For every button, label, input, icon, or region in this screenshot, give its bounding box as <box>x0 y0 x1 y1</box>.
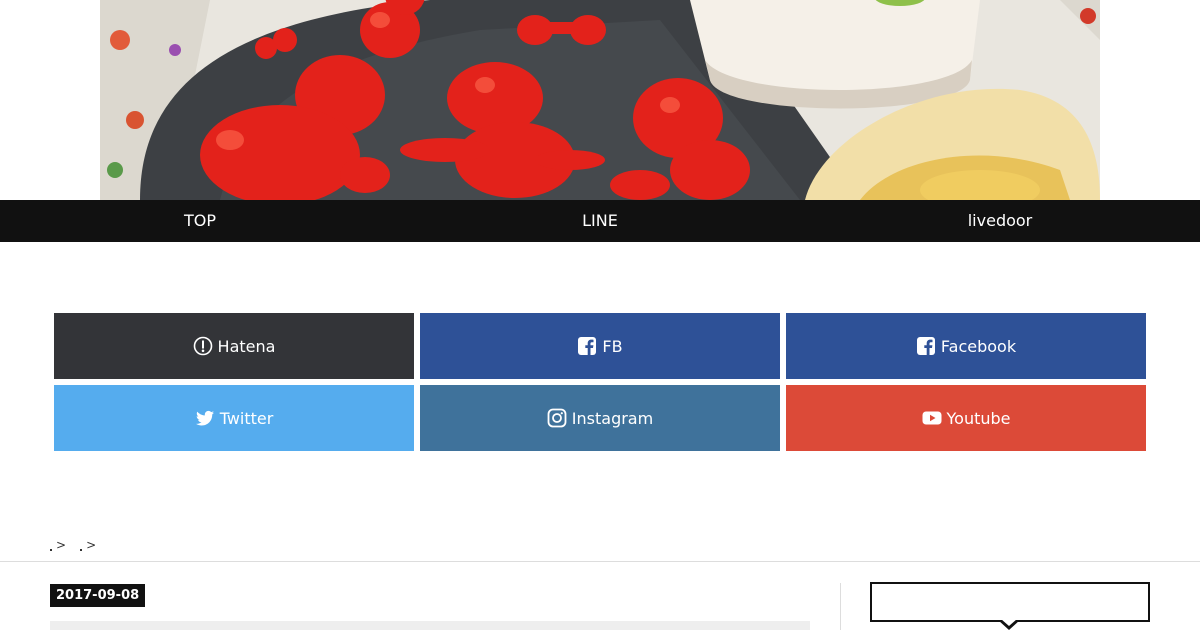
hatena-label: Hatena <box>217 336 276 356</box>
twitter-icon <box>195 408 215 428</box>
sidebar-heading-arrow-inner <box>1001 619 1017 626</box>
sidebar-divider <box>840 583 841 630</box>
breadcrumb-home-link[interactable] <box>50 549 52 551</box>
global-nav: TOP LINE livedoor <box>0 200 1200 242</box>
social-buttons: Hatena FB Facebook Twitter Instagram You… <box>54 313 1146 451</box>
article-title-bar <box>50 621 810 630</box>
instagram-button[interactable]: Instagram <box>420 385 780 451</box>
facebook-icon <box>916 336 936 356</box>
instagram-icon <box>547 408 567 428</box>
facebook-button[interactable]: Facebook <box>786 313 1146 379</box>
breadcrumb-category-link[interactable] <box>80 549 83 551</box>
nav-item-line[interactable]: LINE <box>400 200 800 242</box>
breadcrumb-separator: > <box>86 538 97 552</box>
hatena-button[interactable]: Hatena <box>54 313 414 379</box>
article-date-badge: 2017-09-08 <box>50 584 146 607</box>
youtube-icon <box>922 408 942 428</box>
content-divider <box>0 561 1200 562</box>
youtube-button[interactable]: Youtube <box>786 385 1146 451</box>
breadcrumb: > > <box>50 538 96 552</box>
instagram-label: Instagram <box>571 408 654 428</box>
nav-item-top[interactable]: TOP <box>0 200 400 242</box>
nav-item-livedoor[interactable]: livedoor <box>800 200 1200 242</box>
hero-food-illustration <box>100 0 1100 200</box>
hero-image <box>100 0 1100 200</box>
fb-button[interactable]: FB <box>420 313 780 379</box>
fb-label: FB <box>602 336 623 356</box>
facebook-label: Facebook <box>940 336 1017 356</box>
sidebar-heading-box <box>870 582 1150 622</box>
twitter-label: Twitter <box>219 408 274 428</box>
breadcrumb-separator: > <box>56 538 67 552</box>
hatena-icon <box>193 336 213 356</box>
twitter-button[interactable]: Twitter <box>54 385 414 451</box>
facebook-icon <box>577 336 597 356</box>
youtube-label: Youtube <box>946 408 1011 428</box>
